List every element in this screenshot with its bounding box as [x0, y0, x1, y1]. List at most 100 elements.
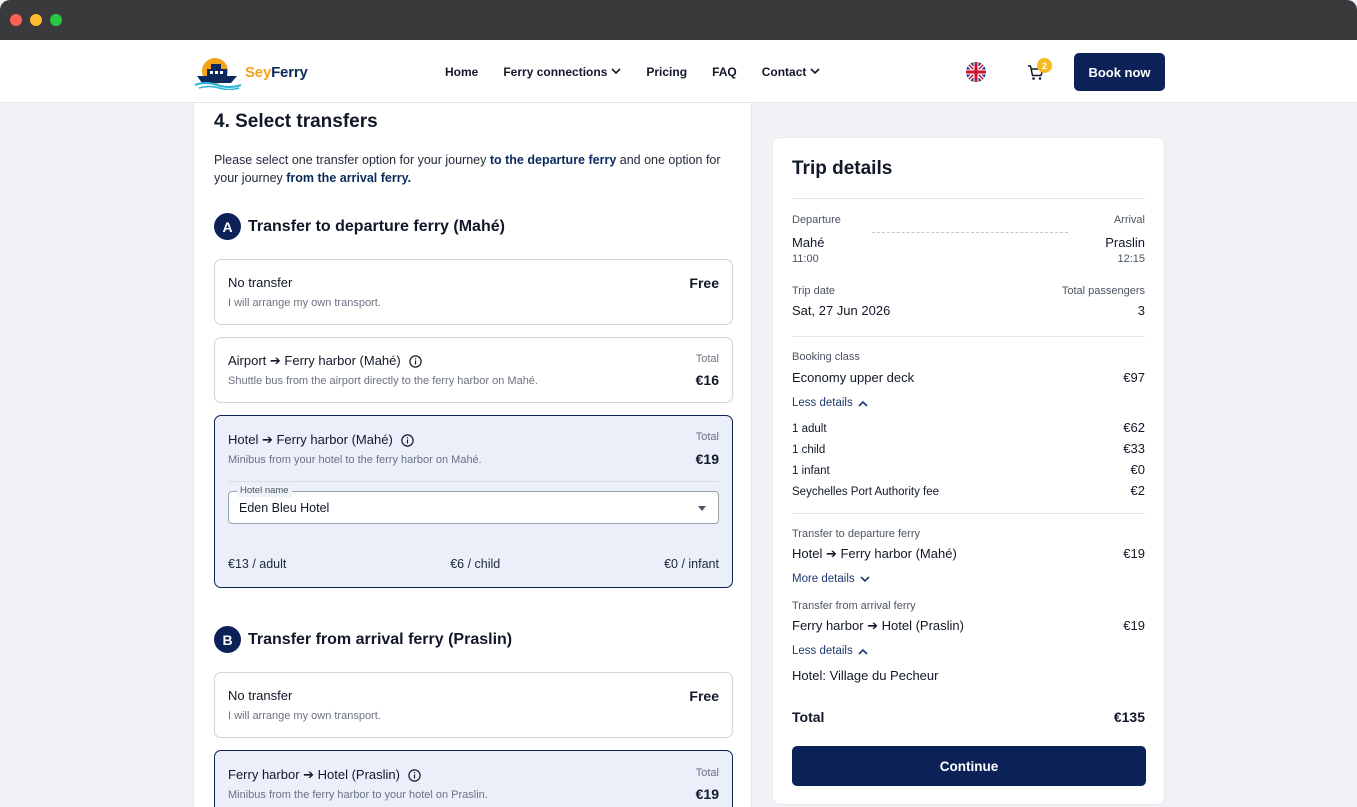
option-b-no-transfer[interactable]: No transfer I will arrange my own transp… — [214, 672, 733, 738]
route-places: Mahé Praslin — [792, 235, 1145, 250]
booking-class-price: €97 — [1123, 370, 1145, 385]
maximize-window-button[interactable] — [50, 14, 62, 26]
option-subtitle: Minibus from the ferry harbor to your ho… — [228, 789, 488, 801]
date-pax-values: Sat, 27 Jun 2026 3 — [792, 303, 1145, 318]
nav-ferry-connections[interactable]: Ferry connections — [503, 65, 621, 79]
continue-button[interactable]: Continue — [792, 746, 1146, 786]
caret-down-icon — [698, 506, 706, 511]
divider — [792, 336, 1145, 337]
dep-transfer: Hotel ➔ Ferry harbor (Mahé) — [792, 546, 957, 561]
option-title: No transfer — [228, 688, 293, 703]
total-passengers: 3 — [1137, 303, 1145, 318]
less-details-link-transfer[interactable]: Less details — [792, 645, 868, 657]
route-labels: Departure Arrival — [792, 214, 1145, 226]
option-price: Free — [689, 688, 719, 704]
arr-hotel-row: Hotel: Village du Pecheur — [792, 668, 1145, 683]
nav-faq[interactable]: FAQ — [712, 65, 737, 79]
trip-date: Sat, 27 Jun 2026 — [792, 303, 891, 318]
arr-transfer-row: Ferry harbor ➔ Hotel (Praslin) €19 — [792, 618, 1145, 634]
ferry-logo-icon — [194, 58, 242, 90]
option-title: No transfer — [228, 275, 293, 290]
nav-contact[interactable]: Contact — [762, 65, 821, 79]
section-badge: A — [214, 213, 241, 240]
section-badge: B — [214, 626, 241, 653]
hotel-name-value: Eden Bleu Hotel — [239, 501, 330, 515]
option-title: Hotel ➔ Ferry harbor (Mahé) — [228, 432, 414, 448]
close-window-button[interactable] — [10, 14, 22, 26]
option-price: €19 — [695, 786, 719, 802]
arr-transfer: Ferry harbor ➔ Hotel (Praslin) — [792, 618, 964, 633]
total-label: Total — [792, 709, 825, 725]
chevron-up-icon — [858, 648, 868, 655]
nav-home[interactable]: Home — [445, 65, 478, 79]
option-a-no-transfer[interactable]: No transfer I will arrange my own transp… — [214, 259, 733, 325]
option-price-label: Total — [695, 431, 719, 443]
info-icon[interactable] — [409, 354, 422, 368]
total-price: €135 — [1113, 709, 1145, 725]
arrival-port: Praslin — [1105, 235, 1145, 250]
trip-details-card: Trip details Departure Arrival Mahé Pras… — [772, 137, 1165, 805]
cart-count-badge: 2 — [1037, 58, 1052, 73]
arr-transfer-label: Transfer from arrival ferry — [792, 600, 916, 612]
option-b-hotel[interactable]: Ferry harbor ➔ Hotel (Praslin) Minibus f… — [214, 750, 733, 807]
main-nav: Home Ferry connections Pricing FAQ Conta… — [445, 40, 845, 103]
option-price-label: Total — [695, 767, 719, 779]
site-header: SeyFerry Home Ferry connections Pricing … — [0, 40, 1357, 103]
nav-pricing[interactable]: Pricing — [646, 65, 687, 79]
option-price: €16 — [695, 372, 719, 388]
breakdown-row: 1 infant €0 — [792, 462, 1145, 477]
option-price: Free — [689, 275, 719, 291]
page-title: 4. Select transfers — [214, 111, 378, 132]
divider — [792, 198, 1145, 199]
option-a-hotel[interactable]: Hotel ➔ Ferry harbor (Mahé) Minibus from… — [214, 415, 733, 588]
rate-child: €6 / child — [450, 557, 501, 571]
more-details-link[interactable]: More details — [792, 573, 870, 585]
window-titlebar — [0, 0, 1357, 40]
option-divider — [228, 481, 719, 482]
breakdown-row: 1 child €33 — [792, 441, 1145, 456]
rate-infant: €0 / infant — [664, 557, 719, 571]
hotel-name-select[interactable]: Hotel name Eden Bleu Hotel — [228, 485, 719, 524]
info-icon[interactable] — [401, 433, 414, 447]
dep-transfer-price: €19 — [1123, 546, 1145, 561]
less-details-link[interactable]: Less details — [792, 397, 868, 409]
section-b-header: B Transfer from arrival ferry (Praslin) — [214, 626, 512, 653]
transfer-selection-panel: 4. Select transfers Please select one tr… — [193, 103, 752, 807]
option-subtitle: Minibus from your hotel to the ferry har… — [228, 454, 482, 466]
chevron-down-icon — [810, 68, 820, 75]
dep-transfer-row: Hotel ➔ Ferry harbor (Mahé) €19 — [792, 546, 1145, 562]
date-pax-labels: Trip date Total passengers — [792, 285, 1145, 297]
option-price: €19 — [695, 451, 719, 467]
divider — [792, 513, 1145, 514]
rate-adult: €13 / adult — [228, 557, 287, 571]
booking-class: Economy upper deck — [792, 370, 915, 385]
arr-hotel: Hotel: Village du Pecheur — [792, 668, 939, 683]
minimize-window-button[interactable] — [30, 14, 42, 26]
departure-time: 11:00 — [792, 253, 819, 265]
breakdown-row: Seychelles Port Authority fee €2 — [792, 483, 1145, 498]
booking-class-label: Booking class — [792, 351, 860, 363]
chevron-up-icon — [858, 400, 868, 407]
option-subtitle: I will arrange my own transport. — [228, 710, 381, 722]
trip-details-title: Trip details — [792, 158, 893, 179]
uk-flag-icon[interactable] — [966, 62, 986, 82]
option-title: Ferry harbor ➔ Hotel (Praslin) — [228, 767, 421, 783]
option-subtitle: I will arrange my own transport. — [228, 297, 381, 309]
brand-name: SeyFerry — [245, 63, 308, 81]
brand-logo[interactable]: SeyFerry — [193, 54, 313, 90]
chevron-down-icon — [860, 575, 870, 582]
info-icon[interactable] — [408, 768, 421, 782]
dep-transfer-label: Transfer to departure ferry — [792, 528, 920, 540]
arr-transfer-price: €19 — [1123, 618, 1145, 633]
rates-row: €13 / adult €6 / child €0 / infant — [228, 557, 719, 571]
book-now-button[interactable]: Book now — [1074, 53, 1165, 91]
departure-port: Mahé — [792, 235, 825, 250]
section-title: Transfer to departure ferry (Mahé) — [248, 217, 505, 235]
hotel-name-label: Hotel name — [237, 485, 292, 497]
route-times: 11:00 12:15 — [792, 253, 1145, 265]
total-row: Total €135 — [792, 709, 1145, 725]
option-title: Airport ➔ Ferry harbor (Mahé) — [228, 353, 422, 369]
route-line — [872, 232, 1068, 233]
option-a-airport[interactable]: Airport ➔ Ferry harbor (Mahé) Shuttle bu… — [214, 337, 733, 403]
option-subtitle: Shuttle bus from the airport directly to… — [228, 375, 538, 387]
